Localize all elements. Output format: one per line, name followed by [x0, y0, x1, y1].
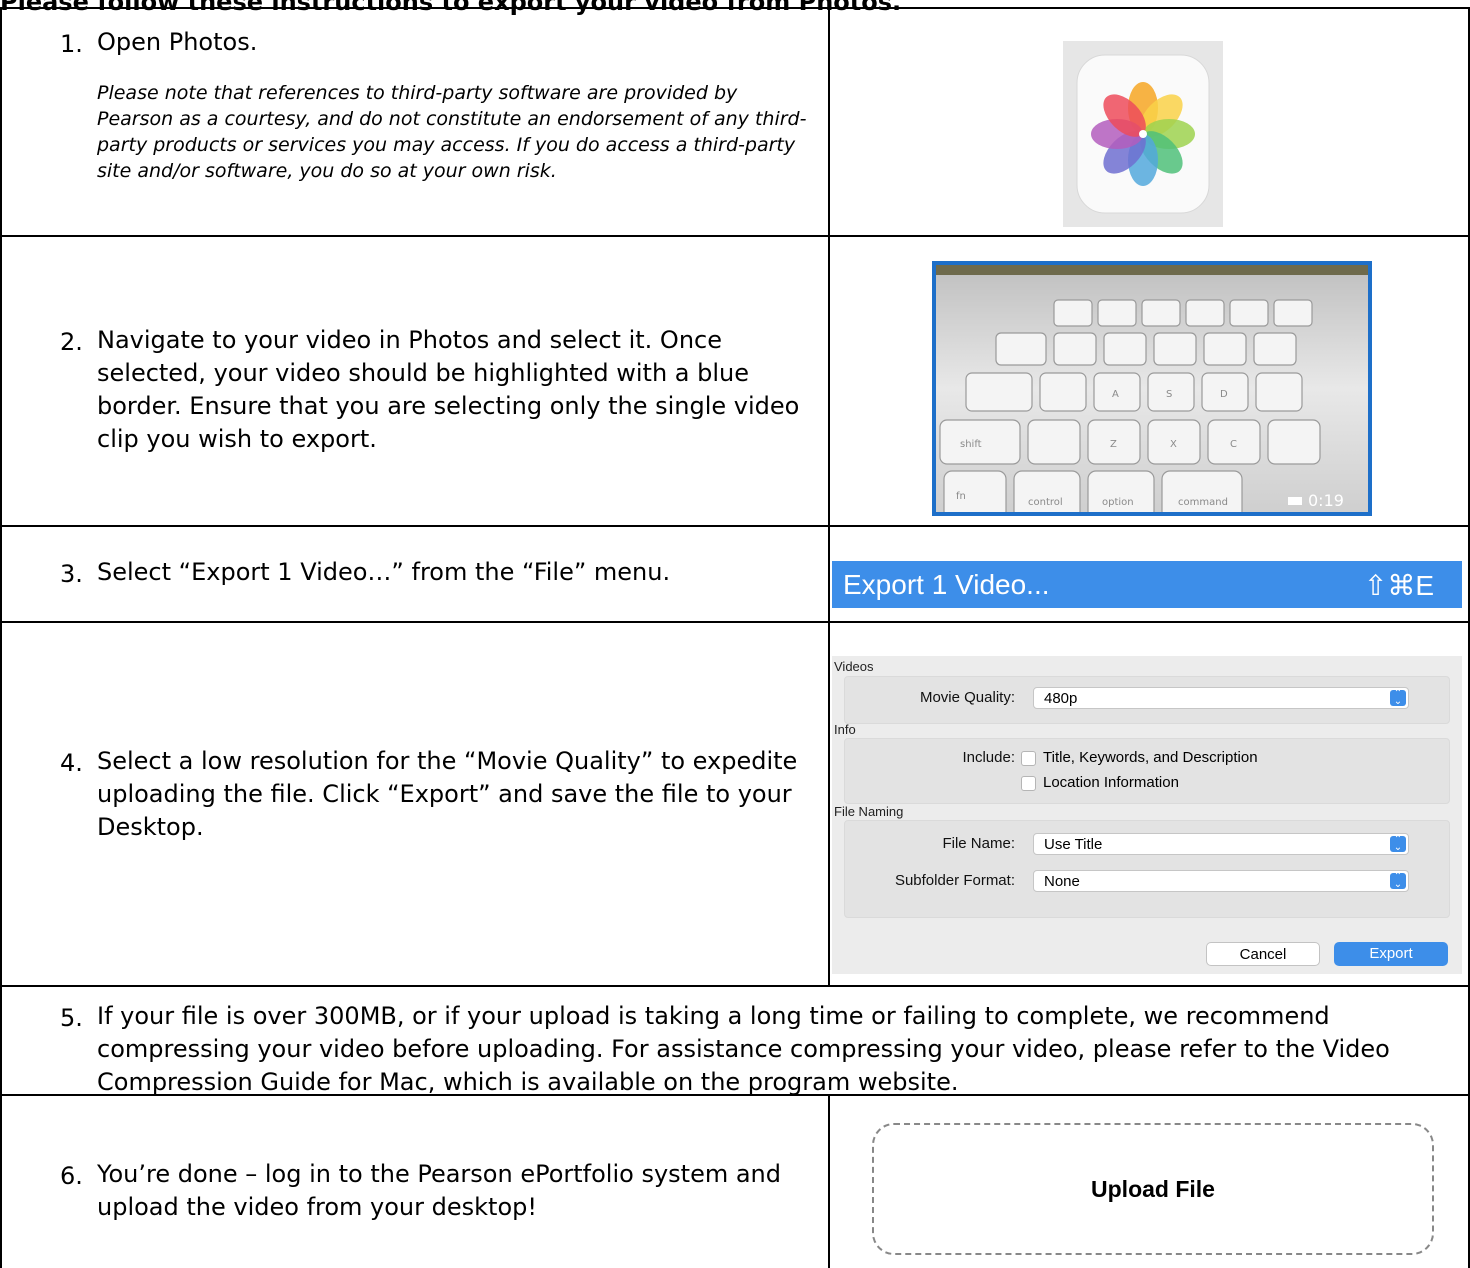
table-line: [0, 985, 1470, 987]
title-keywords-label: Title, Keywords, and Description: [1043, 749, 1258, 766]
file-naming-group: File Name: Use Title ⌃ ⌄ Subfolder Format…: [844, 820, 1450, 918]
table-line: [0, 7, 1470, 9]
key-a: A: [1112, 389, 1119, 400]
export-shortcut: ⇧⌘E: [1363, 570, 1434, 601]
key-s: S: [1166, 389, 1172, 400]
file-naming-section-label: File Naming: [834, 804, 904, 819]
location-checkbox[interactable]: [1021, 776, 1036, 791]
step-6-text: You’re done – log in to the Pearson ePor…: [97, 1160, 781, 1221]
key-z: Z: [1110, 439, 1117, 450]
export-menu-item[interactable]: Export 1 Video... ⇧⌘E: [832, 561, 1462, 608]
step-1-text: Open Photos.: [97, 28, 258, 56]
info-group: Include: Title, Keywords, and Descriptio…: [844, 738, 1450, 804]
step-2-text: Navigate to your video in Photos and sel…: [97, 326, 800, 453]
table-line: [0, 525, 1470, 527]
step-number: 2.: [60, 328, 83, 356]
key-x: X: [1170, 439, 1177, 450]
movie-quality-label: Movie Quality:: [919, 689, 1015, 706]
keyboard-image: fn control option command shift Z X C A …: [936, 265, 1368, 512]
key-option: option: [1102, 497, 1134, 508]
file-name-label: File Name:: [942, 835, 1015, 852]
export-button[interactable]: Export: [1334, 942, 1448, 966]
key-command: command: [1178, 497, 1228, 508]
step-number: 4.: [60, 749, 83, 777]
export-menu-label: Export 1 Video...: [843, 569, 1050, 600]
video-duration: 0:19: [1308, 491, 1344, 510]
file-name-select[interactable]: Use Title ⌃ ⌄: [1033, 833, 1409, 855]
videos-section-label: Videos: [834, 659, 874, 674]
video-thumbnail[interactable]: fn control option command shift Z X C A …: [932, 261, 1372, 516]
movie-quality-select[interactable]: 480p ⌃ ⌄: [1033, 687, 1409, 709]
table-line: [828, 1094, 830, 1268]
key-control: control: [1028, 497, 1063, 508]
video-camera-icon: [1288, 497, 1302, 505]
cancel-button[interactable]: Cancel: [1206, 942, 1320, 966]
stepper-arrows-icon: ⌃ ⌄: [1390, 835, 1406, 853]
table-line: [0, 235, 1470, 237]
third-party-note: Please note that references to third-par…: [97, 82, 807, 182]
step-number: 5.: [60, 1004, 83, 1032]
stepper-arrows-icon: ⌃ ⌄: [1390, 689, 1406, 707]
upload-file-dropzone[interactable]: Upload File: [872, 1123, 1434, 1255]
stepper-arrows-icon: ⌃ ⌄: [1390, 872, 1406, 890]
file-name-value: Use Title: [1044, 836, 1103, 853]
key-shift: shift: [960, 439, 982, 450]
location-label: Location Information: [1043, 774, 1179, 791]
export-dialog: Videos Movie Quality: 480p ⌃ ⌄ Info Inclu…: [832, 656, 1462, 974]
key-c: C: [1230, 439, 1237, 450]
step-number: 6.: [60, 1162, 83, 1190]
key-fn: fn: [956, 491, 966, 502]
step-number: 1.: [60, 30, 83, 58]
title-keywords-checkbox[interactable]: [1021, 751, 1036, 766]
key-d: D: [1220, 389, 1228, 400]
subfolder-format-value: None: [1044, 873, 1080, 890]
table-line: [0, 621, 1470, 623]
include-label: Include:: [962, 749, 1015, 766]
step-3-text: Select “Export 1 Video…” from the “File”…: [97, 558, 671, 586]
videos-group: Movie Quality: 480p ⌃ ⌄: [844, 676, 1450, 724]
photos-icon: [1076, 54, 1210, 214]
movie-quality-value: 480p: [1044, 690, 1078, 707]
info-section-label: Info: [834, 722, 856, 737]
step-5-text: If your file is over 300MB, or if your u…: [97, 1002, 1390, 1096]
table-line: [0, 7, 2, 1268]
subfolder-format-select[interactable]: None ⌃ ⌄: [1033, 870, 1409, 892]
subfolder-format-label: Subfolder Format:: [894, 872, 1015, 889]
step-number: 3.: [60, 560, 83, 588]
table-line: [828, 7, 830, 986]
step-4-text: Select a low resolution for the “Movie Q…: [97, 747, 798, 841]
